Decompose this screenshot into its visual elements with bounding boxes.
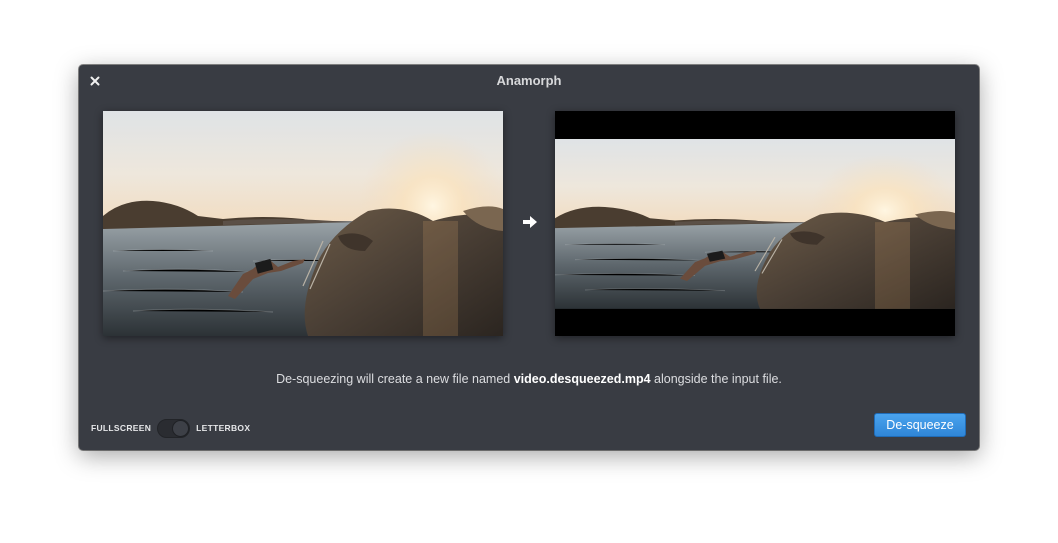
mode-toggle-switch[interactable] bbox=[157, 418, 191, 438]
mode-switch-group: FULLSCREEN LETTERBOX bbox=[91, 418, 250, 438]
info-prefix: De-squeezing will create a new file name… bbox=[276, 372, 514, 386]
info-suffix: alongside the input file. bbox=[650, 372, 782, 386]
letterbox-label[interactable]: LETTERBOX bbox=[196, 423, 250, 433]
desqueeze-button[interactable]: De-squeeze bbox=[874, 413, 966, 437]
fullscreen-label[interactable]: FULLSCREEN bbox=[91, 423, 151, 433]
window-title: Anamorph bbox=[496, 73, 562, 88]
arrow-right-icon bbox=[522, 215, 538, 229]
dialog-window: Anamorph De-squeezing will create a new … bbox=[79, 65, 979, 450]
output-filename: video.desqueezed.mp4 bbox=[513, 372, 651, 386]
switch-knob[interactable] bbox=[172, 419, 190, 437]
input-preview-image bbox=[103, 111, 503, 336]
output-preview-image bbox=[555, 111, 955, 336]
output-info-text: De-squeezing will create a new file name… bbox=[79, 372, 979, 386]
